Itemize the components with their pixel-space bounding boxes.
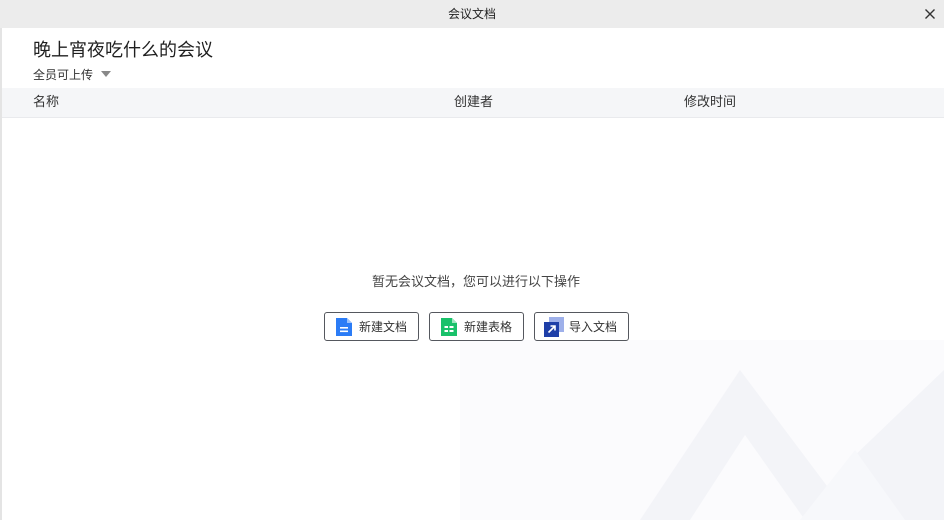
window-title: 会议文档 — [447, 7, 496, 21]
close-icon[interactable] — [922, 6, 938, 22]
window-titlebar: 会议文档 — [0, 0, 944, 28]
import-document-button[interactable]: 导入文档 — [534, 312, 629, 341]
empty-state-message: 暂无会议文档，您可以进行以下操作 — [371, 275, 580, 290]
background-watermark — [460, 340, 944, 520]
column-header-creator[interactable]: 创建者 — [454, 88, 493, 117]
new-spreadsheet-button[interactable]: 新建表格 — [429, 312, 524, 341]
new-document-button[interactable]: 新建文档 — [324, 312, 419, 341]
document-icon — [336, 317, 352, 336]
chevron-down-icon — [101, 71, 112, 77]
import-document-label: 导入文档 — [569, 320, 618, 334]
document-table-header: 名称 创建者 修改时间 — [2, 88, 944, 118]
spreadsheet-icon — [441, 317, 457, 336]
meeting-title: 晚上宵夜吃什么的会议 — [33, 40, 213, 61]
import-arrow-icon — [544, 316, 564, 337]
column-header-modified[interactable]: 修改时间 — [684, 88, 736, 117]
new-spreadsheet-label: 新建表格 — [464, 320, 513, 334]
upload-permission-label: 全员可上传 — [33, 67, 94, 82]
upload-permission-dropdown[interactable]: 全员可上传 — [33, 65, 112, 83]
column-header-name[interactable]: 名称 — [33, 88, 59, 117]
new-document-label: 新建文档 — [359, 320, 408, 334]
